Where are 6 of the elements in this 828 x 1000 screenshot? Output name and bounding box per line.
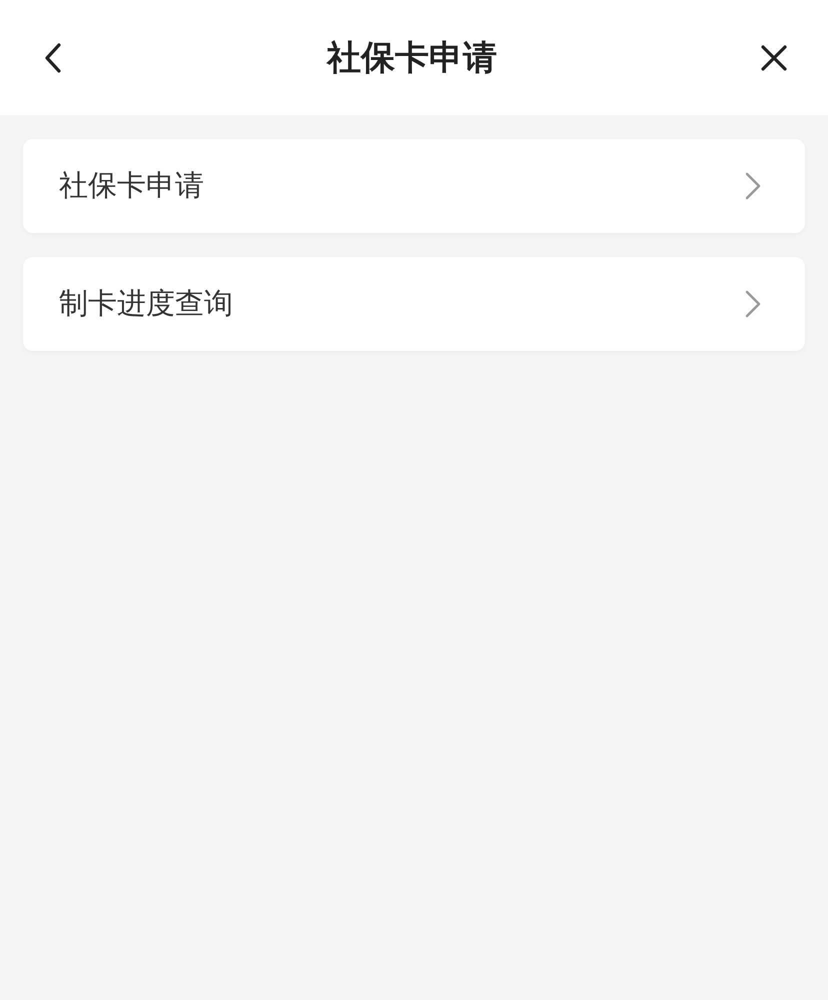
page-title: 社保卡申请 <box>327 36 497 80</box>
chevron-right-icon <box>745 172 761 200</box>
menu-item[interactable]: 社保卡申请 <box>23 139 805 233</box>
chevron-right-icon <box>745 290 761 318</box>
close-icon[interactable] <box>760 44 788 72</box>
menu-item[interactable]: 制卡进度查询 <box>23 257 805 351</box>
